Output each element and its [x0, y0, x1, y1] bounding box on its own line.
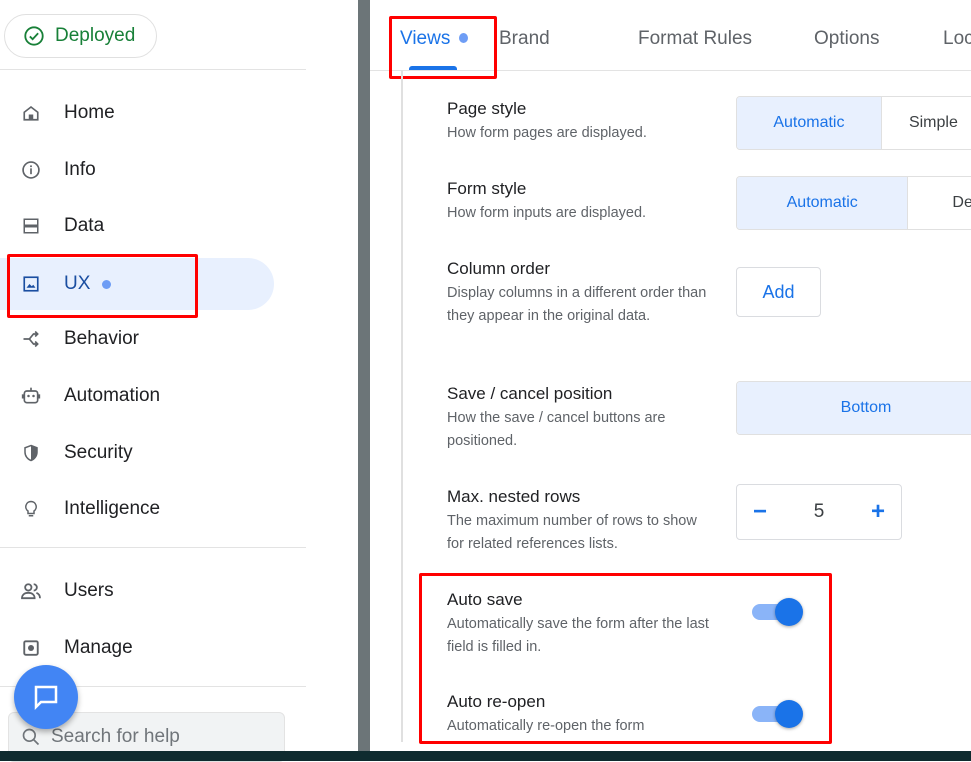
robot-icon [20, 385, 42, 407]
manage-icon [20, 637, 42, 659]
form-style-title: Form style [447, 179, 527, 198]
max-nested-title: Max. nested rows [447, 487, 581, 506]
sidebar-item-label: Data [64, 215, 105, 236]
check-circle-icon [24, 26, 44, 46]
tab-label: Brand [499, 28, 550, 49]
deployed-status-badge[interactable]: Deployed [4, 14, 157, 58]
tab-label: Options [814, 28, 880, 49]
sidebar: Deployed Home Info Data UX Behavior Auto… [0, 0, 358, 762]
sidebar-item-label: Users [64, 580, 114, 601]
option-bottom[interactable]: Bottom [737, 382, 971, 434]
save-cancel-desc: How the save / cancel buttons are positi… [447, 410, 666, 449]
tab-label: Format Rules [638, 28, 753, 49]
decrement-button[interactable]: − [753, 498, 767, 526]
tab-brand[interactable]: Brand [499, 28, 550, 50]
stepper-value[interactable]: 5 [814, 501, 825, 523]
form-style-desc: How form inputs are displayed. [447, 205, 647, 221]
taskbar-strip [0, 751, 971, 761]
divider [401, 70, 403, 742]
panel-resize-handle[interactable] [358, 0, 370, 751]
column-order-title: Column order [447, 259, 550, 278]
increment-button[interactable]: + [871, 498, 885, 526]
lightbulb-icon [20, 498, 42, 520]
info-icon [20, 159, 42, 181]
status-label: Deployed [55, 25, 136, 46]
chat-icon [34, 685, 58, 711]
tab-localize[interactable]: Loc [943, 28, 971, 50]
highlight-box [419, 573, 832, 744]
sidebar-item-label: Security [64, 442, 133, 463]
sidebar-item-home[interactable]: Home [0, 87, 274, 139]
behavior-icon [20, 328, 42, 350]
home-icon [20, 102, 42, 124]
sidebar-item-label: Behavior [64, 328, 139, 349]
search-placeholder: Search for help [51, 726, 180, 747]
option-automatic[interactable]: Automatic [737, 177, 908, 229]
form-style-selector[interactable]: Automatic De [736, 176, 971, 230]
sidebar-item-info[interactable]: Info [0, 144, 274, 196]
max-nested-stepper: − 5 + [736, 484, 902, 540]
page-style-title: Page style [447, 99, 527, 118]
highlight-box [7, 254, 198, 318]
sidebar-item-behavior[interactable]: Behavior [0, 313, 274, 365]
tab-options[interactable]: Options [814, 28, 879, 50]
users-icon [20, 580, 42, 602]
sidebar-item-label: Manage [64, 637, 133, 658]
add-column-order-button[interactable]: Add [736, 267, 821, 317]
sidebar-item-data[interactable]: Data [0, 200, 274, 252]
divider [0, 69, 306, 70]
sidebar-item-label: Info [64, 159, 96, 180]
divider [0, 547, 306, 548]
shield-icon [20, 442, 42, 464]
option-simple[interactable]: Simple [880, 97, 971, 149]
sidebar-item-users[interactable]: Users [0, 565, 274, 617]
column-order-desc: Display columns in a different order tha… [447, 285, 707, 324]
data-icon [20, 215, 42, 237]
page-style-selector[interactable]: Automatic Simple [736, 96, 971, 150]
max-nested-desc: The maximum number of rows to show for r… [447, 513, 697, 552]
chat-button[interactable] [14, 665, 78, 729]
option-automatic[interactable]: Automatic [737, 97, 881, 149]
tab-format-rules[interactable]: Format Rules [638, 28, 752, 50]
sidebar-item-label: Home [64, 102, 115, 123]
sidebar-item-intelligence[interactable]: Intelligence [0, 483, 274, 535]
save-cancel-selector[interactable]: Bottom [736, 381, 971, 435]
sidebar-item-label: Automation [64, 385, 161, 406]
tab-label: Loc [943, 28, 971, 49]
search-icon [22, 728, 40, 746]
sidebar-item-automation[interactable]: Automation [0, 370, 274, 422]
sidebar-item-security[interactable]: Security [0, 427, 274, 479]
highlight-box [389, 16, 497, 79]
save-cancel-title: Save / cancel position [447, 384, 613, 403]
option-default[interactable]: De [907, 177, 971, 229]
page-style-desc: How form pages are displayed. [447, 125, 647, 141]
sidebar-item-label: Intelligence [64, 498, 161, 519]
